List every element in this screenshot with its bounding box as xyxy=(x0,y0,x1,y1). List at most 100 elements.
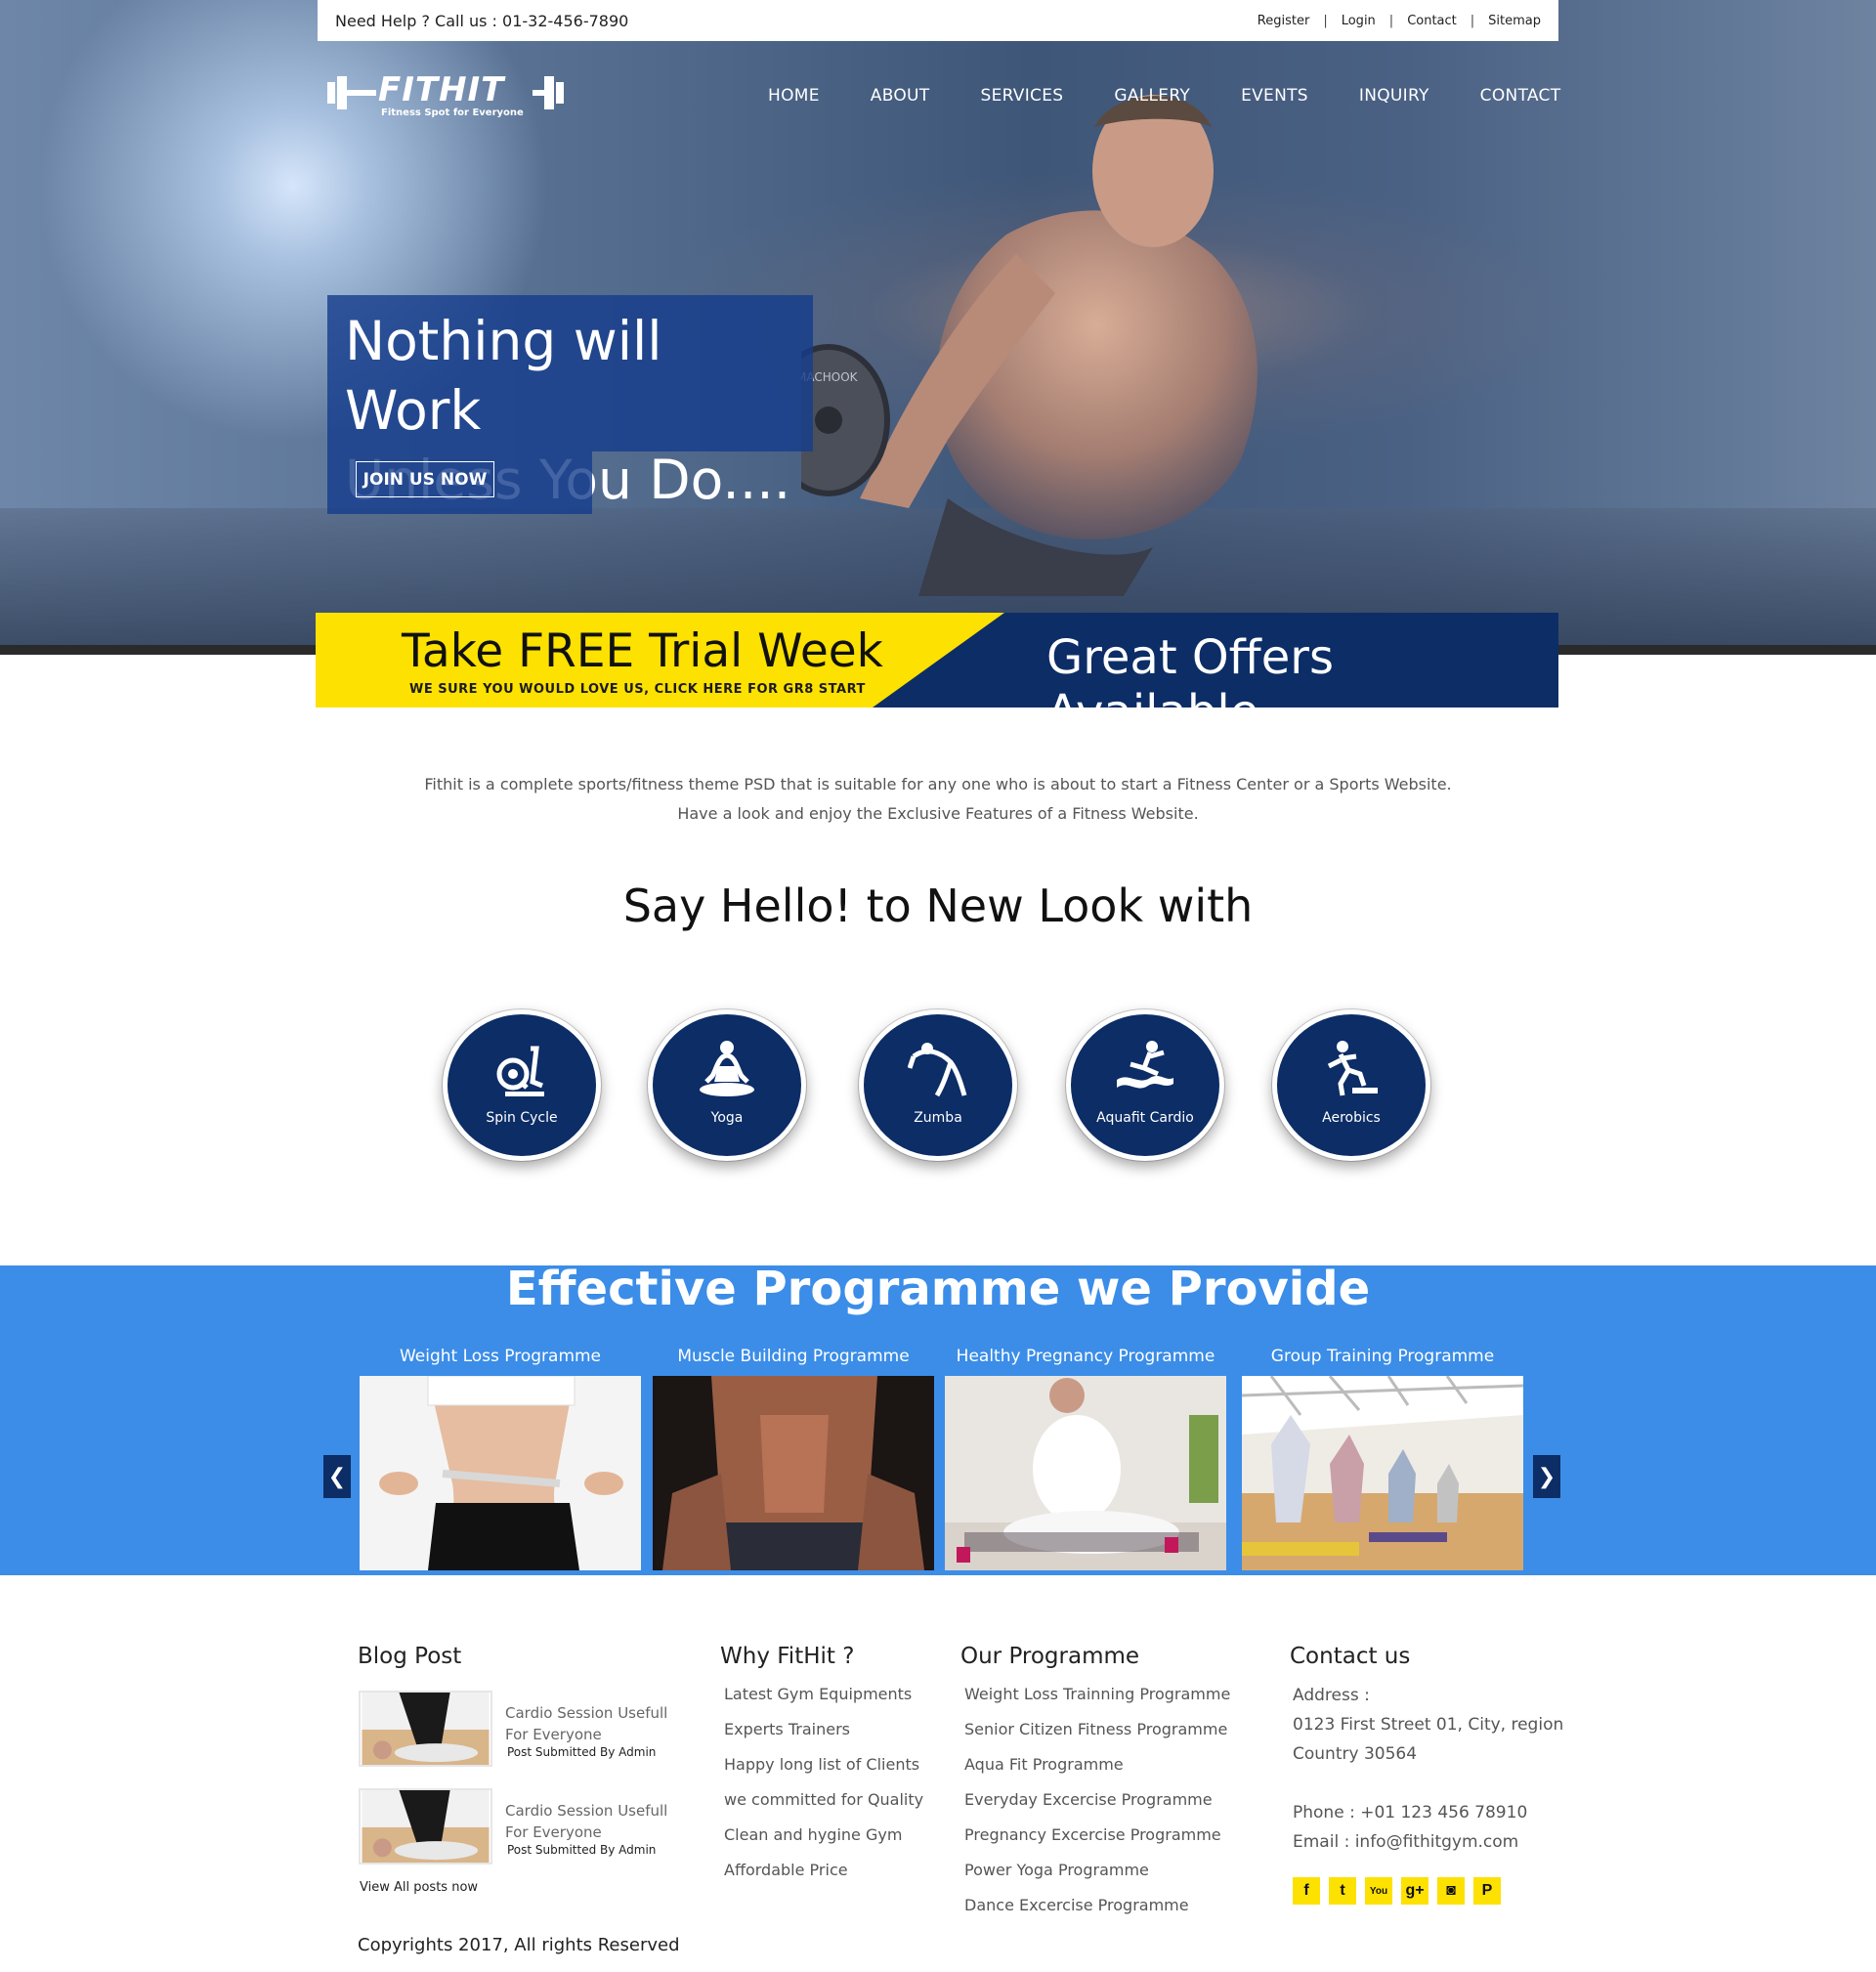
programme-card-healthy-pregnancy[interactable]: Healthy Pregnancy Programme xyxy=(945,1347,1226,1570)
blog-post-thumbnail xyxy=(359,1691,492,1767)
nav-inquiry[interactable]: INQUIRY xyxy=(1359,86,1429,109)
programme-label: Group Training Programme xyxy=(1270,1347,1495,1366)
blog-post-title: Cardio Session Usefull For Everyone xyxy=(505,1704,668,1743)
contact-link[interactable]: Contact xyxy=(1407,14,1457,28)
programme-card-weight-loss[interactable]: Weight Loss Programme xyxy=(360,1347,641,1570)
top-bar: Need Help ? Call us : 01-32-456-7890 Reg… xyxy=(318,0,1558,41)
pinterest-icon[interactable]: P xyxy=(1473,1877,1501,1905)
offer-title: Take FREE Trial Week xyxy=(402,624,883,678)
our-programme-title: Our Programme xyxy=(960,1644,1140,1669)
nav-about[interactable]: ABOUT xyxy=(871,86,930,109)
feature-label: Zumba xyxy=(914,1110,962,1126)
why-item: Latest Gym Equipments xyxy=(724,1685,913,1703)
nav-gallery[interactable]: GALLERY xyxy=(1114,86,1190,109)
nav-events[interactable]: EVENTS xyxy=(1241,86,1308,109)
intro-line1: Fithit is a complete sports/fitness them… xyxy=(424,775,1452,793)
twitter-icon[interactable]: t xyxy=(1329,1877,1356,1905)
hero-cta-box: JOIN US NOW xyxy=(327,451,592,514)
aquafit-icon xyxy=(1117,1041,1173,1089)
separator: | xyxy=(1388,13,1394,28)
nav-services[interactable]: SERVICES xyxy=(980,86,1063,109)
why-item: Happy long list of Clients xyxy=(724,1755,920,1774)
offer-right-text: Great Offers Available xyxy=(1046,630,1335,740)
feature-aquafit[interactable]: Aquafit Cardio xyxy=(1066,1009,1224,1161)
hero-athlete-image: MACHOOK xyxy=(801,95,1258,596)
programme-label: Weight Loss Programme xyxy=(399,1347,602,1366)
hero-banner: MACHOOK Need Help ? Call us : 01-32-456-… xyxy=(0,0,1876,655)
facebook-icon[interactable]: f xyxy=(1293,1877,1320,1905)
programme-link[interactable]: Dance Excercise Programme xyxy=(964,1888,1230,1923)
feature-zumba[interactable]: Zumba xyxy=(859,1009,1017,1161)
feature-yoga[interactable]: Yoga xyxy=(648,1009,806,1161)
free-trial-banner[interactable]: Take FREE Trial Week WE SURE YOU WOULD L… xyxy=(316,613,1558,740)
why-item: Experts Trainers xyxy=(724,1720,850,1738)
contact-info: Address : 0123 First Street 01, City, re… xyxy=(1293,1681,1563,1857)
why-item: we committed for Quality xyxy=(724,1790,924,1809)
main-nav: HOME ABOUT SERVICES GALLERY EVENTS INQUI… xyxy=(743,86,1586,109)
feature-aerobics[interactable]: Aerobics xyxy=(1272,1009,1430,1161)
google-plus-icon[interactable]: g+ xyxy=(1401,1877,1428,1905)
help-phone-text: Need Help ? Call us : 01-32-456-7890 xyxy=(335,11,629,30)
logo-tagline: Fitness Spot for Everyone xyxy=(381,107,524,118)
blog-post[interactable]: Cardio Session Usefull For Everyone Post… xyxy=(359,1691,671,1769)
carousel-prev-button[interactable]: ❮ xyxy=(323,1455,351,1498)
offer-subtitle: WE SURE YOU WOULD LOVE US, CLICK HERE FO… xyxy=(409,682,866,697)
muscle-building-image xyxy=(653,1376,934,1570)
copyright-text: Copyrights 2017, All rights Reserved xyxy=(358,1935,680,1955)
programme-link[interactable]: Pregnancy Excercise Programme xyxy=(964,1818,1230,1853)
blog-post-author: Post Submitted By Admin xyxy=(507,1745,657,1759)
phone-text: Phone : +01 123 456 78910 xyxy=(1293,1803,1528,1822)
address-label: Address : xyxy=(1293,1686,1370,1705)
join-us-button[interactable]: JOIN US NOW xyxy=(356,461,494,497)
programme-card-muscle-building[interactable]: Muscle Building Programme xyxy=(653,1347,934,1570)
programme-label: Healthy Pregnancy Programme xyxy=(956,1347,1215,1366)
why-list: Latest Gym Equipments Experts Trainers H… xyxy=(724,1677,923,1888)
sitemap-link[interactable]: Sitemap xyxy=(1488,14,1541,28)
address-line2: Country 30564 xyxy=(1293,1744,1418,1764)
logo-brand: FITHIT xyxy=(378,70,505,109)
programme-link[interactable]: Everyday Excercise Programme xyxy=(964,1782,1230,1818)
programme-link[interactable]: Power Yoga Programme xyxy=(964,1853,1230,1888)
why-item: Affordable Price xyxy=(724,1861,848,1879)
blog-post-title: Cardio Session Usefull For Everyone xyxy=(505,1802,668,1841)
feature-spin-cycle[interactable]: Spin Cycle xyxy=(443,1009,601,1161)
intro-line2: Have a look and enjoy the Exclusive Feat… xyxy=(677,804,1199,823)
programme-card-group-training[interactable]: Group Training Programme xyxy=(1242,1347,1523,1570)
view-all-posts-link[interactable]: View All posts now xyxy=(360,1880,478,1895)
address-line1: 0123 First Street 01, City, region xyxy=(1293,1715,1564,1735)
programme-title: Effective Programme we Provide xyxy=(505,1265,1371,1316)
feature-label: Spin Cycle xyxy=(486,1110,558,1126)
hero-headline-box: Nothing will Work Unless You Do.... xyxy=(327,295,813,511)
login-link[interactable]: Login xyxy=(1342,14,1376,28)
our-programme-list: Weight Loss Trainning Programme Senior C… xyxy=(964,1677,1230,1923)
youtube-icon[interactable]: You xyxy=(1365,1877,1392,1905)
carousel-next-button[interactable]: ❯ xyxy=(1533,1455,1560,1498)
aerobics-icon xyxy=(1327,1041,1378,1096)
feature-label: Aerobics xyxy=(1322,1110,1381,1126)
nav-home[interactable]: HOME xyxy=(768,86,820,109)
programme-link[interactable]: Aqua Fit Programme xyxy=(964,1747,1230,1782)
yoga-icon xyxy=(700,1041,754,1096)
nav-contact[interactable]: CONTACT xyxy=(1480,86,1561,109)
separator: | xyxy=(1470,13,1475,28)
group-training-image xyxy=(1242,1376,1523,1570)
weight-loss-image xyxy=(360,1376,641,1570)
top-links: Register | Login | Contact | Sitemap xyxy=(1258,14,1541,28)
why-title: Why FitHit ? xyxy=(720,1644,855,1669)
blog-post-thumbnail xyxy=(359,1788,492,1865)
why-item: Clean and hygine Gym xyxy=(724,1825,903,1844)
programme-section: Effective Programme we Provide Weight Lo… xyxy=(0,1265,1876,1575)
programme-label: Muscle Building Programme xyxy=(677,1347,910,1366)
instagram-icon[interactable]: ◙ xyxy=(1437,1877,1465,1905)
register-link[interactable]: Register xyxy=(1258,14,1310,28)
programme-link[interactable]: Weight Loss Trainning Programme xyxy=(964,1677,1230,1712)
zumba-icon xyxy=(908,1043,967,1097)
social-links: f t You g+ ◙ P xyxy=(1293,1877,1510,1905)
blog-post[interactable]: Cardio Session Usefull For Everyone Post… xyxy=(359,1788,671,1866)
healthy-pregnancy-image xyxy=(945,1376,1226,1570)
programme-link[interactable]: Senior Citizen Fitness Programme xyxy=(964,1712,1230,1747)
site-logo[interactable]: FITHIT Fitness Spot for Everyone xyxy=(327,70,572,125)
blog-title: Blog Post xyxy=(358,1644,462,1669)
email-text: Email : info@fithitgym.com xyxy=(1293,1832,1519,1852)
feature-label: Yoga xyxy=(710,1110,744,1126)
